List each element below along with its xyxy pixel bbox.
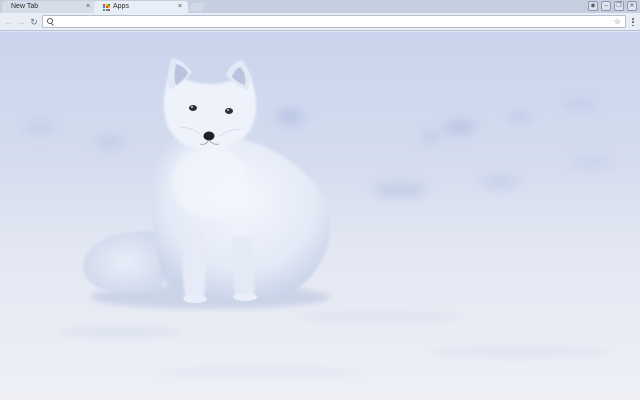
search-icon <box>47 18 54 25</box>
forward-icon[interactable]: → <box>16 17 26 27</box>
tab-new-tab[interactable]: New Tab × <box>2 1 96 13</box>
address-input[interactable] <box>58 16 614 27</box>
arctic-fox-photo <box>22 58 612 378</box>
menu-dot <box>632 21 634 23</box>
person-icon[interactable]: ◉ <box>588 1 598 11</box>
tab-strip: New Tab × Apps × ◉ – ❐ ✕ <box>0 0 640 13</box>
back-icon[interactable]: ← <box>3 17 13 27</box>
minimize-icon[interactable]: – <box>601 1 611 11</box>
apps-grid-icon <box>103 3 110 11</box>
close-icon[interactable]: ✕ <box>627 1 637 11</box>
new-tab-button[interactable] <box>188 3 206 11</box>
browser-toolbar: ← → ↻ ☆ <box>0 13 640 31</box>
tab-close-icon[interactable]: × <box>176 2 184 12</box>
bookmark-star-icon[interactable]: ☆ <box>614 17 621 27</box>
menu-dot <box>632 18 634 20</box>
tab-title: Apps <box>113 3 129 10</box>
apps-dot <box>108 8 110 11</box>
tab-close-icon[interactable]: × <box>84 2 92 12</box>
tab-title: New Tab <box>11 3 39 10</box>
menu-dot <box>632 24 634 26</box>
restore-icon[interactable]: ❐ <box>614 1 624 11</box>
omnibox[interactable]: ☆ <box>42 15 626 28</box>
window-controls: ◉ – ❐ ✕ <box>588 1 637 11</box>
reload-icon[interactable]: ↻ <box>29 17 39 27</box>
menu-kebab-icon[interactable] <box>630 17 636 27</box>
tab-apps[interactable]: Apps × <box>94 1 188 13</box>
new-tab-page-background <box>0 32 640 400</box>
